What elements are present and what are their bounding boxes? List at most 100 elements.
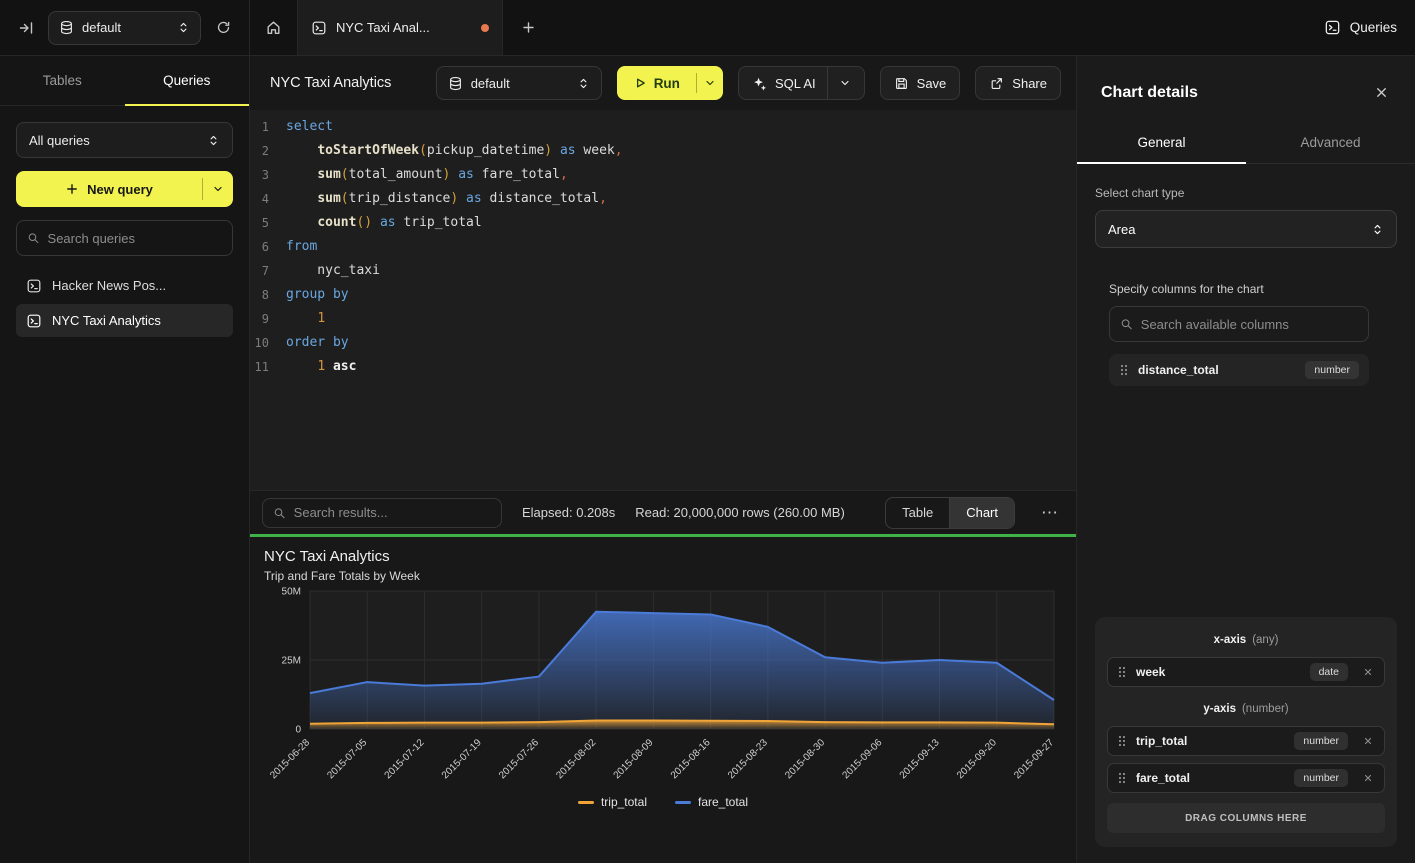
chevron-down-icon — [212, 183, 224, 195]
query-filter-value: All queries — [29, 133, 207, 148]
svg-text:2015-09-06: 2015-09-06 — [840, 737, 884, 781]
editor-line: 1select — [250, 115, 1076, 139]
tab-queries[interactable]: Queries — [125, 56, 250, 105]
query-icon — [26, 278, 42, 294]
close-icon — [1363, 667, 1373, 677]
remove-column-button[interactable] — [1361, 665, 1375, 679]
column-name: distance_total — [1138, 363, 1219, 377]
share-button[interactable]: Share — [975, 66, 1061, 100]
y-axis-column-row[interactable]: fare_total number — [1107, 763, 1385, 793]
plus-icon — [65, 182, 79, 196]
chart-details-title: Chart details — [1101, 84, 1198, 102]
editor-line: 2 toStartOfWeek(pickup_datetime) as week… — [250, 139, 1076, 163]
collapse-right-icon — [18, 20, 34, 36]
tab-advanced[interactable]: Advanced — [1246, 122, 1415, 163]
drag-handle-icon[interactable] — [1117, 665, 1127, 679]
code-text: order by — [286, 331, 349, 355]
chart-type-select[interactable]: Area — [1095, 210, 1397, 248]
view-table-button[interactable]: Table — [886, 498, 949, 528]
query-list-item-active[interactable]: NYC Taxi Analytics — [16, 304, 233, 337]
run-options-dropdown[interactable] — [697, 66, 723, 100]
main-header: NYC Taxi Analytics default Run — [250, 56, 1076, 110]
tab-general[interactable]: General — [1077, 122, 1246, 163]
query-item-label: NYC Taxi Analytics — [52, 313, 161, 328]
new-query-button[interactable]: New query — [16, 171, 233, 207]
y-axis-column-row[interactable]: trip_total number — [1107, 726, 1385, 756]
remove-column-button[interactable] — [1361, 734, 1375, 748]
svg-text:2015-08-02: 2015-08-02 — [554, 737, 598, 781]
chart-type-label: Select chart type — [1095, 186, 1397, 200]
editor-line: 10order by — [250, 331, 1076, 355]
line-number: 2 — [250, 139, 286, 163]
line-number: 11 — [250, 355, 286, 379]
query-list: Hacker News Pos... NYC Taxi Analytics — [16, 269, 233, 337]
svg-text:25M: 25M — [282, 656, 301, 667]
new-query-dropdown[interactable] — [203, 171, 233, 207]
svg-text:2015-08-30: 2015-08-30 — [783, 737, 827, 781]
column-type-badge: number — [1294, 732, 1348, 750]
home-button[interactable] — [250, 0, 298, 55]
legend-item[interactable]: fare_total — [675, 795, 748, 809]
tab-tables[interactable]: Tables — [0, 56, 125, 105]
svg-text:2015-07-19: 2015-07-19 — [440, 737, 484, 781]
sidebar-tabs: Tables Queries — [0, 56, 249, 106]
search-icon — [273, 506, 286, 520]
columns-section: Specify columns for the chart distance_t… — [1109, 282, 1369, 386]
topbar-right: Queries — [1306, 0, 1415, 55]
rows-read: Read: 20,000,000 rows (260.00 MB) — [635, 505, 845, 520]
editor-line: 7 nyc_taxi — [250, 259, 1076, 283]
area-chart[interactable]: 025M50M2015-06-282015-07-052015-07-12201… — [264, 583, 1060, 791]
chart-panel: NYC Taxi Analytics Trip and Fare Totals … — [250, 537, 1076, 863]
sql-editor[interactable]: 1select2 toStartOfWeek(pickup_datetime) … — [250, 110, 1076, 490]
svg-text:2015-08-16: 2015-08-16 — [669, 737, 713, 781]
query-tab[interactable]: NYC Taxi Anal... — [298, 0, 503, 55]
sidebar-search — [16, 220, 233, 256]
drag-handle-icon[interactable] — [1117, 734, 1127, 748]
query-list-item[interactable]: Hacker News Pos... — [16, 269, 233, 302]
query-filter-select[interactable]: All queries — [16, 122, 233, 158]
view-chart-button[interactable]: Chart — [949, 498, 1014, 528]
chart-details-tabs: General Advanced — [1077, 122, 1415, 164]
svg-text:2015-07-12: 2015-07-12 — [383, 737, 427, 781]
database-icon — [448, 76, 463, 91]
more-options-button[interactable]: ⋯ — [1035, 503, 1064, 523]
code-text: 1 asc — [286, 355, 356, 379]
sql-ai-label: SQL AI — [775, 76, 816, 91]
run-database-value: default — [471, 76, 569, 91]
drag-handle-icon[interactable] — [1119, 363, 1129, 377]
line-number: 9 — [250, 307, 286, 331]
drag-columns-dropzone[interactable]: DRAG COLUMNS HERE — [1107, 803, 1385, 833]
search-results-input[interactable] — [294, 505, 491, 520]
new-tab-button[interactable] — [503, 0, 553, 55]
refresh-button[interactable] — [210, 15, 236, 41]
column-name: fare_total — [1136, 771, 1190, 785]
remove-column-button[interactable] — [1361, 771, 1375, 785]
collapse-sidebar-button[interactable] — [13, 15, 39, 41]
search-columns-input[interactable] — [1141, 317, 1358, 332]
save-button[interactable]: Save — [880, 66, 961, 100]
search-icon — [1120, 317, 1133, 331]
topbar: default NYC Taxi Anal... Quer — [0, 0, 1415, 56]
save-icon — [894, 76, 909, 91]
legend-label: trip_total — [601, 795, 647, 809]
svg-text:2015-06-28: 2015-06-28 — [268, 737, 312, 781]
run-button[interactable]: Run — [617, 66, 723, 100]
refresh-icon — [216, 20, 231, 35]
sql-ai-button[interactable]: SQL AI — [738, 66, 865, 100]
queries-nav-button[interactable]: Queries — [1324, 19, 1397, 36]
drag-handle-icon[interactable] — [1117, 771, 1127, 785]
x-axis-column-row[interactable]: week date — [1107, 657, 1385, 687]
search-queries-input[interactable] — [48, 231, 222, 246]
new-query-main: New query — [16, 171, 202, 207]
svg-text:2015-09-20: 2015-09-20 — [955, 737, 999, 781]
available-column-row[interactable]: distance_total number — [1109, 354, 1369, 386]
code-text: sum(total_amount) as fare_total, — [286, 163, 568, 187]
chart-title: NYC Taxi Analytics — [264, 548, 1062, 565]
sparkle-icon — [752, 76, 767, 91]
database-selector[interactable]: default — [48, 11, 201, 45]
legend-swatch — [675, 801, 691, 804]
close-panel-button[interactable] — [1372, 83, 1391, 102]
run-database-selector[interactable]: default — [436, 66, 602, 100]
chart-details-panel: Chart details General Advanced Select ch… — [1076, 56, 1415, 863]
legend-item[interactable]: trip_total — [578, 795, 647, 809]
